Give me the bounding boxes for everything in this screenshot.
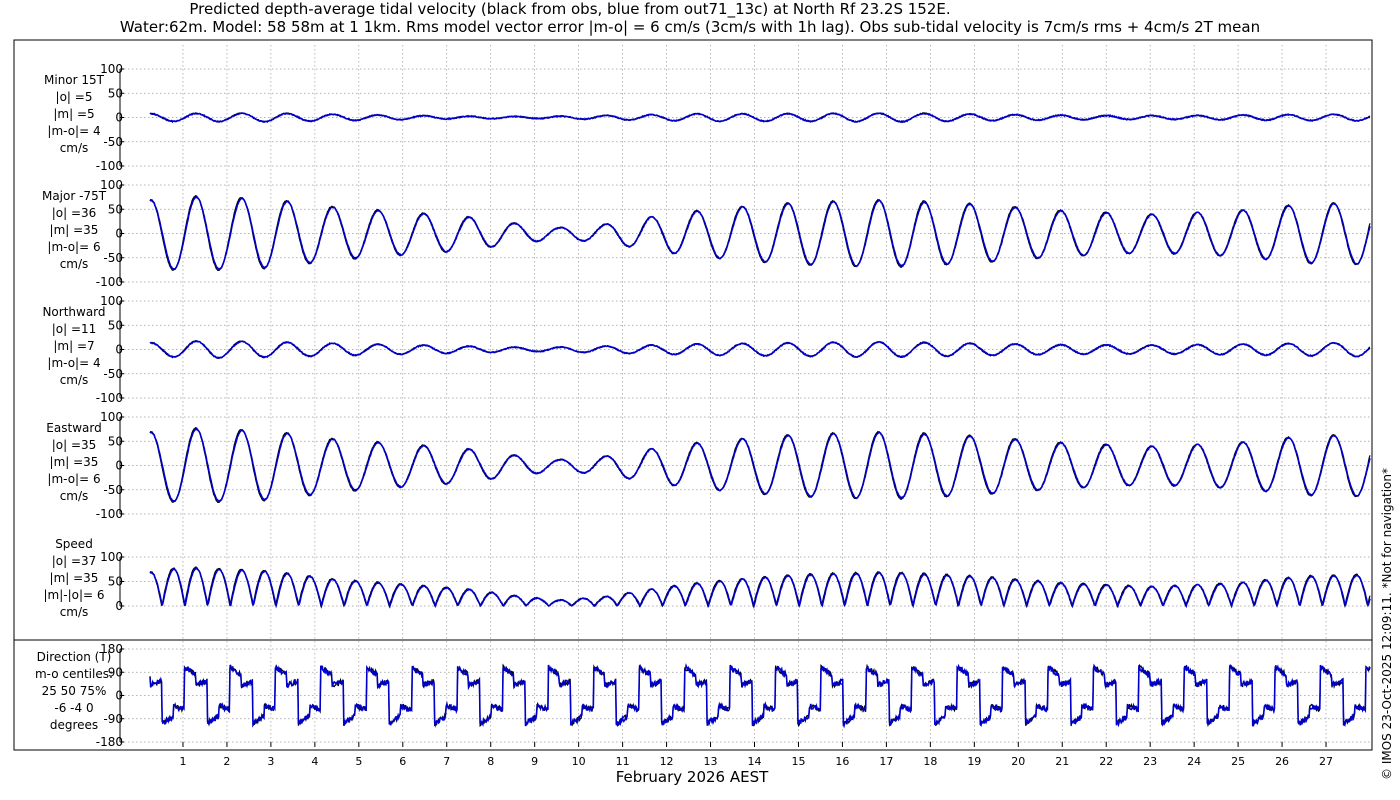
- x-tick-label: 16: [835, 755, 849, 768]
- panel-label-line: |m-o|= 4: [47, 356, 100, 370]
- x-tick-label: 14: [748, 755, 762, 768]
- panel-label-line: |m-o|= 6: [47, 240, 100, 254]
- y-tick-label: -50: [103, 367, 123, 381]
- panel-label-line: |o| =36: [52, 206, 97, 220]
- x-tick-label: 24: [1187, 755, 1201, 768]
- panel-label-line: |m| =7: [53, 339, 94, 353]
- panel-label-line: Eastward: [46, 421, 101, 435]
- x-tick-label: 23: [1143, 755, 1157, 768]
- y-tick-label: 50: [108, 86, 123, 100]
- y-tick-label: 0: [115, 459, 123, 473]
- panel-label-line: |m|-|o|= 6: [43, 588, 104, 602]
- x-tick-label: 19: [967, 755, 981, 768]
- x-tick-label: 15: [791, 755, 805, 768]
- x-tick-label: 6: [399, 755, 406, 768]
- panel-label-line: Direction (T): [37, 650, 112, 664]
- direction-panel-frame: [13, 639, 1373, 751]
- panel-label-line: |m| =5: [53, 107, 94, 121]
- panel-label-line: Minor 15T: [44, 73, 105, 87]
- panel-label-line: Speed: [55, 537, 93, 551]
- panel-label-line: |m| =35: [50, 223, 99, 237]
- x-tick-label: 13: [704, 755, 718, 768]
- panel-label-line: 25 50 75%: [42, 684, 107, 698]
- model-series-line-speed: [149, 567, 1371, 609]
- x-tick-label: 26: [1275, 755, 1289, 768]
- y-tick-label: -50: [103, 483, 123, 497]
- x-tick-label: 25: [1231, 755, 1245, 768]
- y-tick-label: 50: [108, 575, 123, 589]
- panel-label-line: Major -75T: [42, 189, 107, 203]
- tidal-velocity-chart: 1 2 3 4 5 6 7 8 9 10 11 12 13 14 15 16 17 18 19 20 21 22 23 24 2…: [13, 39, 1373, 768]
- y-tick-label: 0: [115, 111, 123, 125]
- panel-label-line: cm/s: [60, 141, 89, 155]
- chart-title-line-1: Predicted depth-average tidal velocity (…: [189, 0, 951, 18]
- y-tick-label: -100: [96, 159, 123, 173]
- x-tick-label: 10: [572, 755, 586, 768]
- panel-label-line: |o| =5: [56, 90, 93, 104]
- y-tick-label: -50: [103, 135, 123, 149]
- y-tick-label: 0: [115, 689, 123, 703]
- y-tick-label: 50: [108, 318, 123, 332]
- y-tick-label: 50: [108, 434, 123, 448]
- panel-label-line: m-o centiles:: [35, 667, 113, 681]
- copyright-watermark: © IMOS 23-Oct-2025 12:09:11. *Not for na…: [1380, 468, 1394, 780]
- y-tick-label: 0: [115, 343, 123, 357]
- panel-label-line: |m| =35: [50, 571, 99, 585]
- x-tick-label: 20: [1011, 755, 1025, 768]
- panel-label-line: cm/s: [60, 605, 89, 619]
- panel-label-line: |o| =11: [52, 322, 97, 336]
- x-tick-label: 21: [1055, 755, 1069, 768]
- panel-label-line: |m| =35: [50, 455, 99, 469]
- y-tick-label: 100: [100, 410, 123, 424]
- panel-label-line: |o| =35: [52, 438, 97, 452]
- x-tick-label: 8: [487, 755, 494, 768]
- x-tick-label: 27: [1319, 755, 1333, 768]
- y-tick-label: -100: [96, 391, 123, 405]
- panel-label-line: -6 -4 0: [54, 701, 93, 715]
- x-tick-label: 17: [879, 755, 893, 768]
- x-tick-label: 18: [923, 755, 937, 768]
- x-tick-label: 11: [616, 755, 630, 768]
- y-tick-label: 100: [100, 550, 123, 564]
- panel-label-line: cm/s: [60, 373, 89, 387]
- y-tick-label: -90: [103, 712, 123, 726]
- x-tick-label: 4: [311, 755, 318, 768]
- upper-panels-frame: [13, 39, 1373, 641]
- y-tick-label: 50: [108, 202, 123, 216]
- y-tick-label: -100: [96, 275, 123, 289]
- x-tick-label: 1: [179, 755, 186, 768]
- chart-title-line-2: Water:62m. Model: 58 58m at 1 1km. Rms m…: [119, 18, 1261, 36]
- x-tick-label: 5: [355, 755, 362, 768]
- y-tick-label: -50: [103, 251, 123, 265]
- x-tick-label: 22: [1099, 755, 1113, 768]
- x-axis-label: February 2026 AEST: [615, 768, 769, 786]
- y-tick-label: 0: [115, 599, 123, 613]
- panel-label-line: |m-o|= 4: [47, 124, 100, 138]
- x-tick-label: 9: [531, 755, 538, 768]
- x-tick-label: 7: [443, 755, 450, 768]
- y-tick-label: 0: [115, 227, 123, 241]
- panel-label-line: cm/s: [60, 257, 89, 271]
- x-tick-label: 3: [267, 755, 274, 768]
- y-tick-label: -180: [96, 735, 123, 749]
- x-tick-label: 12: [660, 755, 674, 768]
- y-tick-label: -100: [96, 507, 123, 521]
- panel-label-line: Northward: [42, 305, 105, 319]
- panel-label-line: degrees: [50, 718, 98, 732]
- panel-label-line: |m-o|= 6: [47, 472, 100, 486]
- panel-label-line: cm/s: [60, 489, 89, 503]
- panel-label-line: |o| =37: [52, 554, 97, 568]
- x-tick-label: 2: [223, 755, 230, 768]
